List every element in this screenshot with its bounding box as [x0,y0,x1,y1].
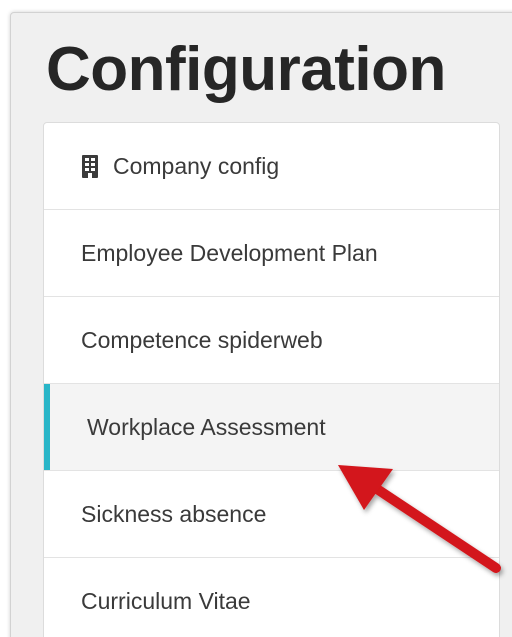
configuration-menu: Company config Employee Development Plan… [43,122,500,637]
menu-item-competence-spiderweb[interactable]: Competence spiderweb [44,297,499,384]
menu-item-sickness-absence[interactable]: Sickness absence [44,471,499,558]
menu-item-employee-development-plan[interactable]: Employee Development Plan [44,210,499,297]
menu-item-company-config[interactable]: Company config [44,123,499,210]
building-icon [82,154,98,178]
menu-item-label: Company config [113,152,280,179]
menu-item-label: Curriculum Vitae [81,587,251,614]
page-title: Configuration [46,35,446,104]
menu-item-workplace-assessment[interactable]: Workplace Assessment [44,384,499,471]
menu-item-label: Sickness absence [81,500,267,527]
menu-item-curriculum-vitae[interactable]: Curriculum Vitae [44,558,499,637]
menu-item-label: Workplace Assessment [87,413,326,440]
screenshot: Configuration Company config Employee De… [0,0,512,637]
menu-item-label: Employee Development Plan [81,239,378,266]
menu-item-label: Competence spiderweb [81,326,323,353]
